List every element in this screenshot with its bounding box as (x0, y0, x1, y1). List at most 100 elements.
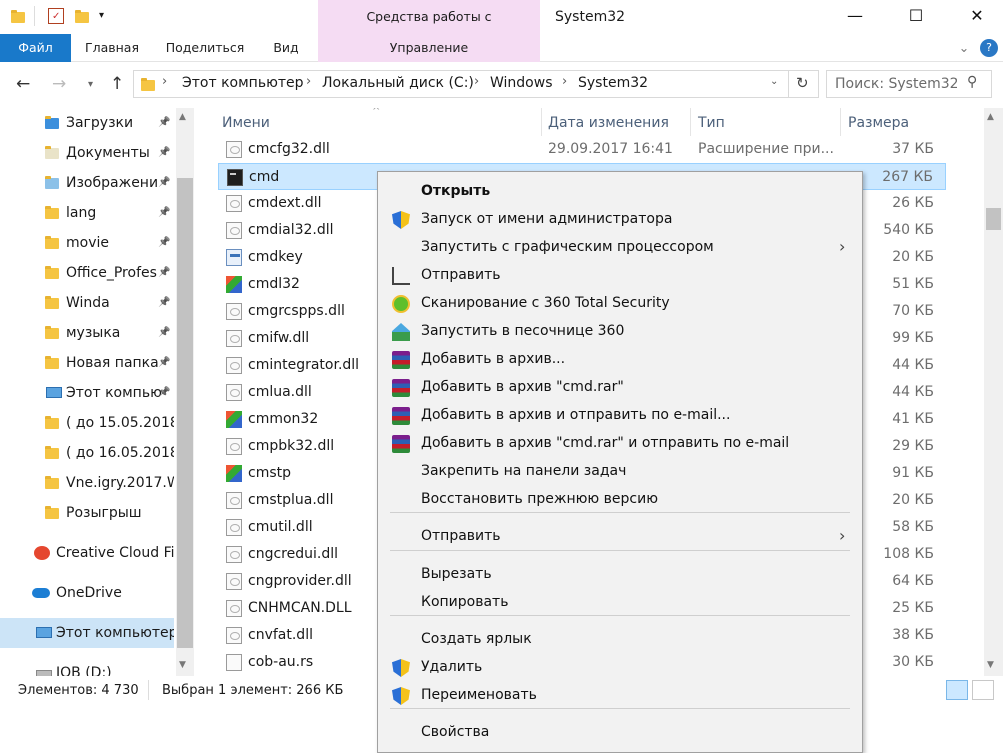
sidebar-item-new-folder[interactable]: Новая папка 📌 (0, 348, 174, 378)
breadcrumb-separator[interactable]: › (562, 74, 567, 89)
tab-manage[interactable]: Управление (318, 34, 540, 62)
sidebar-item-pictures[interactable]: Изображени 📌 (0, 168, 174, 198)
help-icon[interactable]: ? (980, 39, 998, 57)
column-divider[interactable] (690, 108, 691, 136)
sidebar-item-label: Winda (66, 295, 110, 311)
sidebar-item-lang[interactable]: lang 📌 (0, 198, 174, 228)
tab-file[interactable]: Файл (0, 34, 71, 62)
sidebar-item-drive-d[interactable]: IOB (D:) (0, 658, 174, 676)
scroll-down-icon[interactable]: ▼ (179, 660, 186, 670)
sidebar-item-music[interactable]: музыка 📌 (0, 318, 174, 348)
menu-item-run-as-admin[interactable]: Запуск от имени администратора (379, 205, 861, 233)
menu-item-run-with-gpu[interactable]: Запустить с графическим процессором › (379, 233, 861, 261)
breadcrumb-separator[interactable]: › (306, 74, 311, 89)
scroll-up-icon[interactable]: ▲ (987, 112, 994, 122)
maximize-button[interactable]: ☐ (893, 0, 939, 34)
sidebar-item-creative-cloud[interactable]: Creative Cloud File (0, 538, 174, 568)
pin-icon[interactable]: 📌 (158, 198, 170, 228)
menu-item-add-to-cmd-rar[interactable]: Добавить в архив "cmd.rar" (379, 373, 861, 401)
address-history-icon[interactable]: ⌄ (770, 76, 778, 87)
minimize-button[interactable]: — (832, 0, 878, 34)
search-icon[interactable]: ⚲ (967, 74, 977, 90)
pin-icon[interactable]: 📌 (158, 108, 170, 138)
menu-item-archive-and-email[interactable]: Добавить в архив и отправить по e-mail..… (379, 401, 861, 429)
column-divider[interactable] (840, 108, 841, 136)
back-arrow-icon[interactable]: ← (16, 74, 30, 94)
scroll-up-icon[interactable]: ▲ (179, 112, 186, 122)
large-icons-view-icon[interactable] (972, 680, 994, 700)
file-list-scrollbar[interactable] (984, 108, 1003, 676)
expand-ribbon-icon[interactable]: ⌄ (952, 34, 976, 62)
close-button[interactable]: ✕ (954, 0, 1000, 34)
sidebar-item-onedrive[interactable]: OneDrive (0, 578, 174, 608)
tab-home[interactable]: Главная (80, 34, 144, 62)
sidebar-item-downloads[interactable]: Загрузки 📌 (0, 108, 174, 138)
refresh-icon[interactable]: ↻ (796, 74, 809, 92)
sidebar-item-giveaway[interactable]: Розыгрыш (0, 498, 174, 528)
file-size: 20 КБ (892, 492, 934, 508)
file-name: cmdl32 (248, 276, 300, 292)
menu-item-cmd-rar-and-email[interactable]: Добавить в архив "cmd.rar" и отправить п… (379, 429, 861, 457)
sidebar-item-until-16-05-2018[interactable]: ( до 16.05.2018) (0, 438, 174, 468)
cloud-icon (32, 588, 50, 598)
search-box[interactable]: ⚲ (826, 70, 992, 98)
menu-item-open[interactable]: Открыть (379, 177, 861, 205)
recent-locations-icon[interactable]: ▾ (88, 79, 93, 90)
menu-item-sandbox-360[interactable]: Запустить в песочнице 360 (379, 317, 861, 345)
pin-icon[interactable]: 📌 (158, 258, 170, 288)
tab-view[interactable]: Вид (266, 34, 306, 62)
scroll-down-icon[interactable]: ▼ (987, 660, 994, 670)
sidebar-item-office-profes[interactable]: Office_Profes 📌 (0, 258, 174, 288)
properties-icon[interactable]: ✓ (48, 8, 64, 24)
file-list-scroll-thumb[interactable] (986, 208, 1001, 230)
menu-item-send-to[interactable]: Отправить › (379, 522, 861, 550)
pin-icon[interactable]: 📌 (158, 138, 170, 168)
menu-item-add-to-archive[interactable]: Добавить в архив... (379, 345, 861, 373)
menu-item-cut[interactable]: Вырезать (379, 560, 861, 588)
menu-item-delete[interactable]: Удалить (379, 653, 861, 681)
sidebar-item-this-pc[interactable]: Этот компьютер (0, 618, 174, 648)
details-view-icon[interactable] (946, 680, 968, 700)
executable-icon (226, 411, 242, 428)
menu-item-pin-to-taskbar[interactable]: Закрепить на панели задач (379, 457, 861, 485)
sidebar-item-documents[interactable]: Документы 📌 (0, 138, 174, 168)
menu-item-properties[interactable]: Свойства (379, 718, 861, 746)
menu-item-copy[interactable]: Копировать (379, 588, 861, 616)
breadcrumb-local-disk[interactable]: Локальный диск (C:) (322, 75, 474, 91)
column-divider[interactable] (541, 108, 542, 136)
breadcrumb-separator[interactable]: › (162, 74, 167, 89)
sidebar-item-vne-igry[interactable]: Vne.igry.2017.WE (0, 468, 174, 498)
menu-item-rename[interactable]: Переименовать (379, 681, 861, 709)
breadcrumb-this-pc[interactable]: Этот компьютер (182, 75, 304, 91)
file-row[interactable]: cmcfg32.dll 29.09.2017 16:41 Расширение пр… (218, 136, 946, 163)
pin-icon[interactable]: 📌 (158, 228, 170, 258)
pin-icon[interactable]: 📌 (158, 168, 170, 198)
pin-icon[interactable]: 📌 (158, 348, 170, 378)
search-input[interactable] (827, 71, 957, 97)
menu-item-create-shortcut[interactable]: Создать ярлык (379, 625, 861, 653)
column-header-name[interactable]: Имени (222, 115, 270, 131)
forward-arrow-icon[interactable]: → (52, 74, 66, 94)
sidebar-item-winda[interactable]: Winda 📌 (0, 288, 174, 318)
pin-icon[interactable]: 📌 (158, 378, 170, 408)
menu-item-scan-360[interactable]: Сканирование с 360 Total Security (379, 289, 861, 317)
breadcrumb-separator[interactable]: › (474, 74, 479, 89)
up-arrow-icon[interactable]: ↑ (110, 74, 124, 94)
new-folder-icon[interactable] (74, 8, 90, 24)
customize-toolbar-icon[interactable]: ▾ (99, 8, 115, 24)
column-header-size[interactable]: Размера (848, 115, 909, 131)
column-header-type[interactable]: Тип (698, 115, 725, 131)
sidebar-item-movie[interactable]: movie 📌 (0, 228, 174, 258)
menu-item-restore-previous-version[interactable]: Восстановить прежнюю версию (379, 485, 861, 513)
pin-icon[interactable]: 📌 (158, 318, 170, 348)
breadcrumb-windows[interactable]: Windows (490, 75, 553, 91)
sidebar-scroll-thumb[interactable] (177, 178, 193, 648)
breadcrumb-system32[interactable]: System32 (578, 75, 648, 91)
tab-share[interactable]: Поделиться (160, 34, 250, 62)
menu-item-share[interactable]: Отправить (379, 261, 861, 289)
sidebar-item-until-15-05-2018[interactable]: ( до 15.05.2018) (0, 408, 174, 438)
column-header-date[interactable]: Дата изменения (548, 115, 669, 131)
pin-icon[interactable]: 📌 (158, 288, 170, 318)
sidebar-item-this-pc-pinned[interactable]: Этот компью 📌 (0, 378, 174, 408)
address-bar[interactable]: › Этот компьютер › Локальный диск (C:) ›… (133, 70, 819, 98)
